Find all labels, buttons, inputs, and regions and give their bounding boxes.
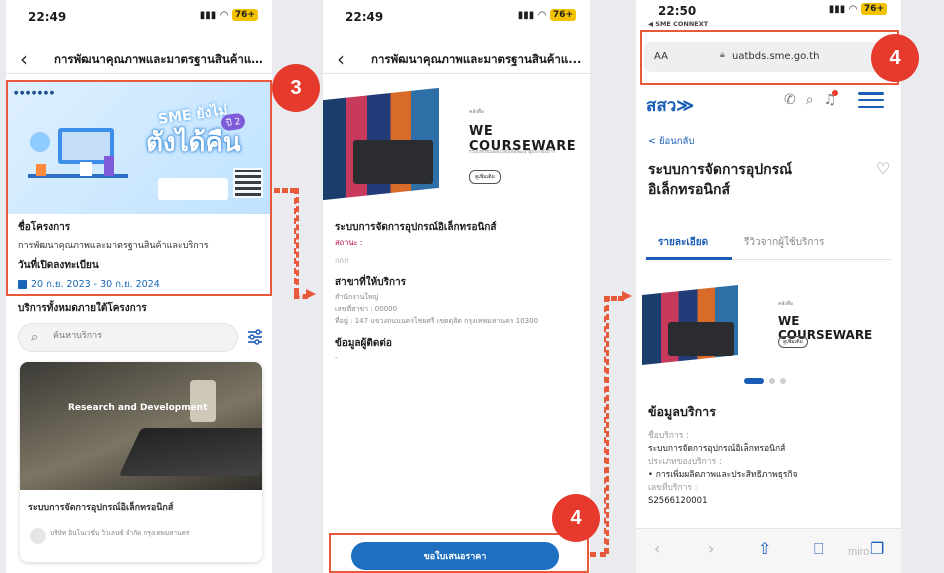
service-detail: ระบบการจัดการอุปกรณ์อิเล็กทรอนิกส์ สถานะ… <box>335 220 585 363</box>
contact-title: ข้อมูลผู้ติดต่อ <box>335 338 392 349</box>
site-logo[interactable]: สสว≫ <box>646 92 694 119</box>
status-label: สถานะ : <box>335 238 363 247</box>
service-card-title: ระบบการจัดการอุปกรณ์อิเล็กทรอนิกส์ <box>28 503 174 513</box>
service-title: ระบบการจัดการอุปกรณ์อิเล็กทรอนิกส์ <box>648 162 793 198</box>
miro-watermark: miro <box>848 546 870 558</box>
info-value: • การเพิ่มผลิตภาพและประสิทธิภาพธุรกิจ <box>648 470 798 480</box>
tab-details[interactable]: รายละเอียด <box>658 235 708 250</box>
tabs-icon[interactable]: ❐ <box>870 539 884 558</box>
status-bar: 22:49 ▮▮▮ ◠ 76+ <box>323 0 590 36</box>
service-card-image-text: Research and Development <box>68 403 208 413</box>
info-key: เลขที่บริการ : <box>648 483 698 493</box>
signal-wifi-battery: ▮▮▮ ◠ 76+ <box>518 9 576 21</box>
phone-screen-web: 22:50 ▮▮▮ ◠ 76+ ◀ SME CONNEXT AA 🔒︎ uatb… <box>636 0 901 573</box>
phone-icon[interactable]: ✆ <box>784 92 796 108</box>
search-input[interactable] <box>53 331 223 341</box>
bookmarks-icon[interactable]: ⎕ <box>814 539 824 559</box>
back-to-app[interactable]: ◀ SME CONNEXT <box>648 20 708 28</box>
active-tab-underline <box>646 257 732 260</box>
battery-icon: 76+ <box>231 9 258 21</box>
info-key: ชื่อบริการ : <box>648 431 689 441</box>
branch-title: สาขาที่ให้บริการ <box>335 277 406 288</box>
battery-icon: 76+ <box>549 9 576 21</box>
share-icon[interactable]: ⇧ <box>758 539 771 558</box>
highlight-quote-box <box>329 533 589 573</box>
services-section-title: บริการทั้งหมดภายใต้โครงการ <box>18 303 147 314</box>
back-link[interactable]: < ย้อนกลับ <box>648 134 694 149</box>
browser-forward-icon[interactable]: › <box>708 539 714 558</box>
browser-back-icon[interactable]: ‹ <box>654 539 660 558</box>
courseware-small: คลังสื่อ <box>778 301 793 307</box>
status-time: 22:49 <box>345 10 384 24</box>
status-bar: 22:49 ▮▮▮ ◠ 76+ <box>6 0 272 36</box>
courseware-more-button[interactable]: ดูเพิ่มเติม <box>469 170 501 184</box>
step-badge: 4 <box>871 34 919 82</box>
signal-wifi-battery: ▮▮▮ ◠ 76+ <box>829 3 887 15</box>
service-name: ระบบการจัดการอุปกรณ์อิเล็กทรอนิกส์ <box>335 222 497 233</box>
info-value: ระบบการจัดการอุปกรณ์อิเล็กทรอนิกส์ <box>648 444 786 454</box>
service-info: ข้อมูลบริการ ชื่อบริการ : ระบบการจัดการอ… <box>648 402 893 508</box>
search-icon[interactable]: ⌕ <box>806 92 814 108</box>
page-title: การพัฒนาคุณภาพและมาตรฐานสินค้าแ... <box>54 52 264 66</box>
courseware-more-button[interactable]: ดูเพิ่มเติม <box>778 336 808 348</box>
carousel-dots[interactable] <box>744 378 786 384</box>
step-badge: 4 <box>552 494 600 542</box>
courseware-banner[interactable]: คลังสื่อ WE COURSEWARE ดูเพิ่มเติม <box>642 284 896 368</box>
search-icon: ⌕ <box>31 330 39 345</box>
service-card[interactable]: Research and Development ระบบการจัดการอุ… <box>20 362 262 562</box>
signal-icon: ▮▮▮ <box>517 9 535 21</box>
page-title: การพัฒนาคุณภาพและมาตรฐานสินค้าแ... <box>371 52 582 66</box>
laptop-image <box>353 140 433 184</box>
info-key: ประเภทของบริการ : <box>648 457 722 467</box>
back-chevron-icon[interactable]: ‹ <box>20 47 28 71</box>
filter-icon[interactable] <box>246 328 264 346</box>
notification-dot <box>832 90 838 96</box>
favorite-heart-icon[interactable]: ♡ <box>876 159 890 178</box>
service-card-provider: บริษัท อินโนเวชั่น วิวเลนซ์ จำกัด กรุงเท… <box>50 529 190 537</box>
signal-icon: ▮▮▮ <box>199 9 217 21</box>
hamburger-menu-icon[interactable] <box>858 92 884 108</box>
signal-icon: ▮▮▮ <box>828 3 846 15</box>
branch-line: ที่อยู่ : 147 แขวงถนนนครไชยศรี เขตดุสิต … <box>335 317 539 325</box>
courseware-small: คลังสื่อ <box>469 109 484 115</box>
header-icons: ✆ ⌕ ♫ <box>784 92 836 108</box>
signal-wifi-battery: ▮▮▮ ◠ 76+ <box>200 9 258 21</box>
service-search[interactable]: ⌕ <box>18 323 238 352</box>
laptop-image <box>668 322 734 356</box>
placeholder-text: กกก <box>335 256 349 265</box>
connector-line <box>274 188 296 193</box>
nav-bar: ‹ การพัฒนาคุณภาพและมาตรฐานสินค้าแ... <box>6 44 272 74</box>
back-chevron-icon[interactable]: ‹ <box>337 47 345 71</box>
highlight-url-box <box>640 30 899 85</box>
info-value: S2566120001 <box>648 496 708 506</box>
wifi-icon: ◠ <box>220 9 228 21</box>
step-badge: 3 <box>272 64 320 112</box>
connector-line <box>604 296 624 301</box>
connector-line <box>294 188 299 294</box>
nav-bar: ‹ การพัฒนาคุณภาพและมาตรฐานสินค้าแ... <box>323 44 590 74</box>
battery-icon: 76+ <box>860 3 887 15</box>
arrow-head-icon <box>622 291 632 301</box>
provider-avatar <box>30 528 46 544</box>
wifi-icon: ◠ <box>849 3 857 15</box>
phone-screen-service-detail: 22:49 ▮▮▮ ◠ 76+ ‹ การพัฒนาคุณภาพและมาตรฐ… <box>323 0 590 573</box>
courseware-desc: รวมบทเรียนออนไลน์เพื่อพัฒนาผู้ประกอบการ <box>469 150 556 155</box>
service-info-title: ข้อมูลบริการ <box>648 404 716 419</box>
wifi-icon: ◠ <box>538 9 546 21</box>
contact-value: - <box>335 354 338 362</box>
status-time: 22:50 <box>658 4 697 18</box>
keyboard-shape <box>118 428 262 476</box>
status-time: 22:49 <box>28 10 67 24</box>
arrow-head-icon <box>306 289 316 299</box>
tab-reviews[interactable]: รีวิวจากผู้ใช้บริการ <box>744 235 824 250</box>
branch-line: สำนักงานใหญ่ <box>335 293 379 301</box>
branch-line: เลขที่สาขา : 00000 <box>335 305 398 313</box>
service-card-image: Research and Development <box>20 362 262 490</box>
courseware-banner[interactable]: คลังสื่อ WE COURSEWARE รวมบทเรียนออนไลน์… <box>323 86 590 204</box>
connector-line <box>604 296 609 554</box>
detail-tabs: รายละเอียด รีวิวจากผู้ใช้บริการ <box>646 226 891 260</box>
cup-shape <box>190 380 216 422</box>
highlight-project-box <box>6 80 272 296</box>
